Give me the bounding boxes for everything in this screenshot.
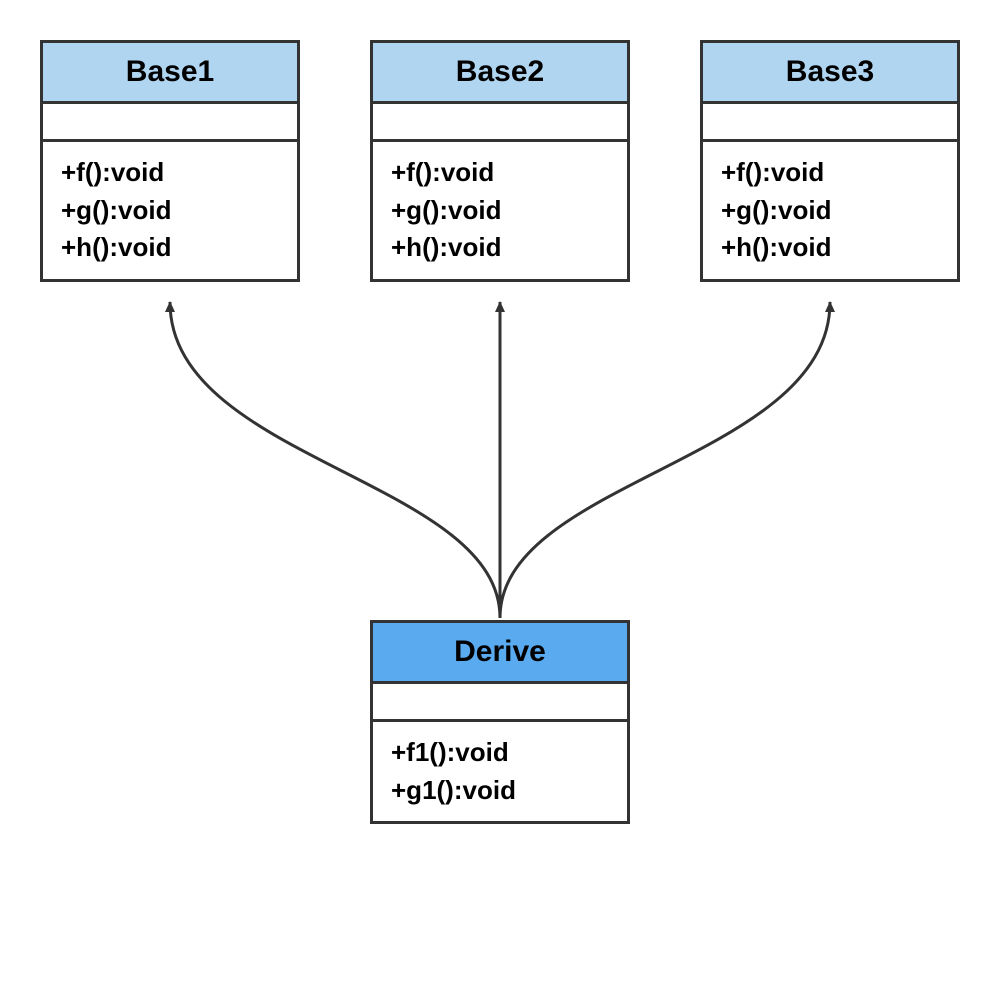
uml-class-title: Base3 — [703, 43, 957, 104]
uml-method: +g():void — [391, 192, 609, 230]
uml-class-methods: +f():void +g():void +h():void — [373, 142, 627, 279]
uml-class-attributes — [373, 684, 627, 722]
uml-class-base2: Base2 +f():void +g():void +h():void — [370, 40, 630, 282]
uml-class-base1: Base1 +f():void +g():void +h():void — [40, 40, 300, 282]
uml-class-title: Derive — [373, 623, 627, 684]
uml-class-title: Base1 — [43, 43, 297, 104]
uml-class-methods: +f1():void +g1():void — [373, 722, 627, 821]
uml-class-methods: +f():void +g():void +h():void — [43, 142, 297, 279]
uml-method: +f():void — [61, 154, 279, 192]
uml-class-attributes — [703, 104, 957, 142]
uml-method: +f():void — [391, 154, 609, 192]
uml-class-title: Base2 — [373, 43, 627, 104]
uml-class-derive: Derive +f1():void +g1():void — [370, 620, 630, 824]
uml-method: +f():void — [721, 154, 939, 192]
uml-method: +h():void — [61, 229, 279, 267]
uml-class-attributes — [373, 104, 627, 142]
uml-method: +g1():void — [391, 772, 609, 810]
uml-method: +h():void — [721, 229, 939, 267]
uml-method: +g():void — [721, 192, 939, 230]
uml-method: +g():void — [61, 192, 279, 230]
uml-class-base3: Base3 +f():void +g():void +h():void — [700, 40, 960, 282]
uml-class-attributes — [43, 104, 297, 142]
uml-method: +h():void — [391, 229, 609, 267]
uml-class-methods: +f():void +g():void +h():void — [703, 142, 957, 279]
uml-method: +f1():void — [391, 734, 609, 772]
edge-derive-base1 — [170, 302, 500, 618]
edge-derive-base3 — [500, 302, 830, 618]
